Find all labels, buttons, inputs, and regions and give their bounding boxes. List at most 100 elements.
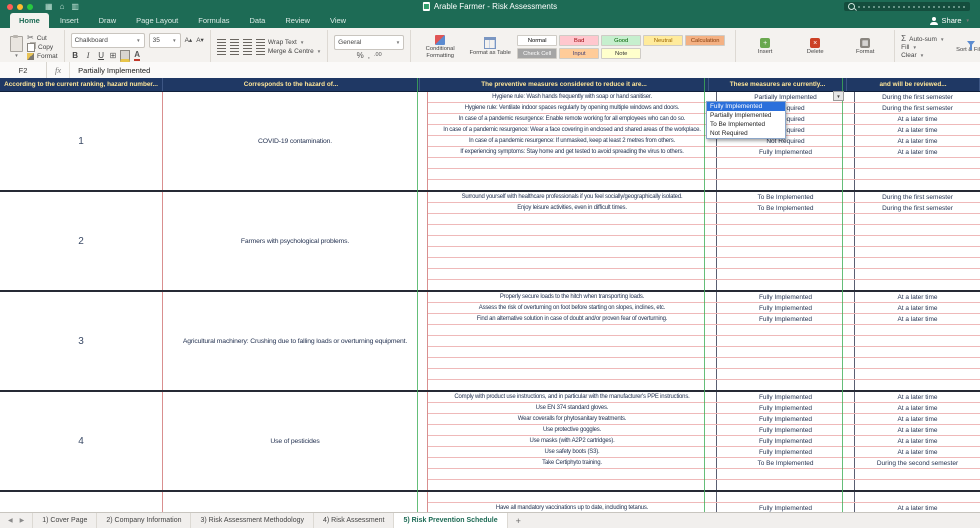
percent-style-button[interactable]: % [357, 51, 364, 60]
font-name-select[interactable]: Chalkboard ▼ [70, 32, 145, 48]
status-cell[interactable] [717, 325, 855, 335]
measure-cell[interactable] [428, 480, 717, 490]
review-cell[interactable] [855, 469, 980, 479]
add-sheet-button[interactable]: + [508, 513, 529, 528]
measure-cell[interactable]: Assess the risk of overturning on foot b… [428, 303, 717, 313]
ribbon-tab-page-layout[interactable]: Page Layout [127, 13, 187, 28]
status-cell[interactable]: To Be Implemented [717, 458, 855, 468]
align-right-icon[interactable] [242, 48, 252, 55]
measure-cell[interactable]: Use EN 374 standard gloves. [428, 403, 717, 413]
review-cell[interactable] [855, 358, 980, 368]
number-format-select[interactable]: General ▼ [334, 34, 405, 50]
status-cell[interactable] [717, 347, 855, 357]
home-icon[interactable]: ⌂ [60, 2, 65, 11]
status-cell[interactable]: Fully Implemented [717, 314, 855, 324]
measure-cell[interactable] [428, 214, 717, 224]
delete-cells-button[interactable]: × Delete [792, 38, 838, 55]
sheet-tab-5-risk-prevention-schedule[interactable]: 5) Risk Prevention Schedule [394, 513, 508, 528]
ribbon-tab-view[interactable]: View [321, 13, 355, 28]
status-cell[interactable] [717, 358, 855, 368]
status-cell[interactable]: Fully Implemented [717, 425, 855, 435]
status-cell[interactable]: Fully Implemented [717, 392, 855, 402]
review-cell[interactable] [855, 214, 980, 224]
review-cell[interactable]: At a later time [855, 125, 980, 135]
hazard-cell[interactable]: Use of pesticides [163, 392, 428, 490]
measure-cell[interactable]: Wear coveralls for phytosanitary treatme… [428, 414, 717, 424]
align-center-icon[interactable] [229, 48, 239, 55]
measure-cell[interactable] [428, 325, 717, 335]
review-cell[interactable]: During the first semester [855, 103, 980, 113]
measure-cell[interactable]: Hygiene rule: Ventilate indoor spaces re… [428, 103, 717, 113]
status-cell[interactable] [717, 180, 855, 190]
underline-button[interactable]: U [97, 51, 106, 60]
status-cell[interactable]: Fully Implemented [717, 292, 855, 302]
format-painter-button[interactable]: Format [27, 53, 58, 60]
status-cell[interactable]: Fully Implemented [717, 414, 855, 424]
zoom-window-button[interactable] [27, 3, 33, 10]
cell-dropdown-arrow[interactable]: ▼ [833, 91, 844, 101]
measure-cell[interactable] [428, 336, 717, 346]
measure-cell[interactable] [428, 169, 717, 179]
status-cell[interactable] [717, 280, 855, 290]
grid-icon[interactable]: ▦ [45, 2, 53, 11]
status-cell[interactable] [717, 469, 855, 479]
status-cell[interactable] [717, 258, 855, 268]
measure-cell[interactable] [428, 469, 717, 479]
align-left-icon[interactable] [216, 48, 226, 55]
minimize-window-button[interactable] [17, 3, 23, 10]
close-window-button[interactable] [7, 3, 13, 10]
hazard-cell[interactable]: COVID-19 contamination. [163, 92, 428, 190]
review-cell[interactable]: At a later time [855, 303, 980, 313]
hazard-number-cell[interactable]: 3 [0, 292, 163, 390]
merge-centre-button[interactable]: Merge & Centre ▼ [255, 48, 321, 55]
conditional-formatting-button[interactable]: Conditional Formatting [417, 35, 463, 59]
formula-input[interactable]: Partially Implemented [70, 66, 150, 75]
status-cell[interactable] [717, 158, 855, 168]
measure-cell[interactable]: Use masks (with A2P2 cartridges). [428, 436, 717, 446]
measure-cell[interactable]: In case of a pandemic resurgence: Enable… [428, 114, 717, 124]
save-icon[interactable]: ▥ [71, 2, 79, 11]
measure-cell[interactable]: Take Certiphyto training. [428, 458, 717, 468]
review-cell[interactable] [855, 336, 980, 346]
ribbon-tab-data[interactable]: Data [241, 13, 275, 28]
status-cell[interactable] [717, 247, 855, 257]
hazard-number-cell[interactable]: 1 [0, 92, 163, 190]
review-cell[interactable] [855, 325, 980, 335]
dropdown-option-partially-implemented[interactable]: Partially Implemented [707, 111, 785, 120]
share-button[interactable]: Share ▼ [929, 16, 970, 25]
status-cell[interactable]: Fully Implemented [717, 447, 855, 457]
measure-cell[interactable]: If experiencing symptoms: Stay home and … [428, 147, 717, 157]
measure-cell[interactable] [428, 380, 717, 390]
sheet-tab-2-company-information[interactable]: 2) Company Information [97, 513, 192, 528]
measure-cell[interactable] [428, 225, 717, 235]
align-top-icon[interactable] [216, 39, 226, 46]
autosum-button[interactable]: Σ Auto-sum ▼ [901, 35, 944, 43]
increase-font-button[interactable]: A▴ [185, 36, 193, 44]
measure-cell[interactable] [428, 247, 717, 257]
review-cell[interactable]: At a later time [855, 425, 980, 435]
font-size-select[interactable]: 35 ▼ [148, 32, 181, 48]
status-cell[interactable]: Fully Implemented [717, 303, 855, 313]
review-cell[interactable] [855, 180, 980, 190]
review-cell[interactable]: At a later time [855, 436, 980, 446]
review-cell[interactable]: At a later time [855, 403, 980, 413]
status-cell[interactable]: Fully Implemented [717, 403, 855, 413]
fx-icon[interactable]: fx [47, 62, 71, 78]
bold-button[interactable]: B [71, 51, 80, 60]
hazard-cell[interactable]: Agricultural machinery: Crushing due to … [163, 292, 428, 390]
review-cell[interactable] [855, 225, 980, 235]
fill-color-button[interactable] [120, 49, 131, 62]
ribbon-tab-draw[interactable]: Draw [90, 13, 126, 28]
review-cell[interactable] [855, 236, 980, 246]
align-middle-icon[interactable] [229, 39, 239, 46]
prev-sheet-icon[interactable]: ◀ [8, 517, 13, 524]
review-cell[interactable] [855, 492, 980, 502]
measure-cell[interactable] [428, 347, 717, 357]
cell-style-normal[interactable]: Normal [517, 35, 558, 46]
measure-cell[interactable] [428, 180, 717, 190]
status-cell[interactable]: To Be Implemented [717, 203, 855, 213]
next-sheet-icon[interactable]: ▶ [20, 517, 25, 524]
status-cell[interactable] [717, 369, 855, 379]
italic-button[interactable]: I [84, 51, 93, 60]
status-cell[interactable]: Fully Implemented [717, 147, 855, 157]
